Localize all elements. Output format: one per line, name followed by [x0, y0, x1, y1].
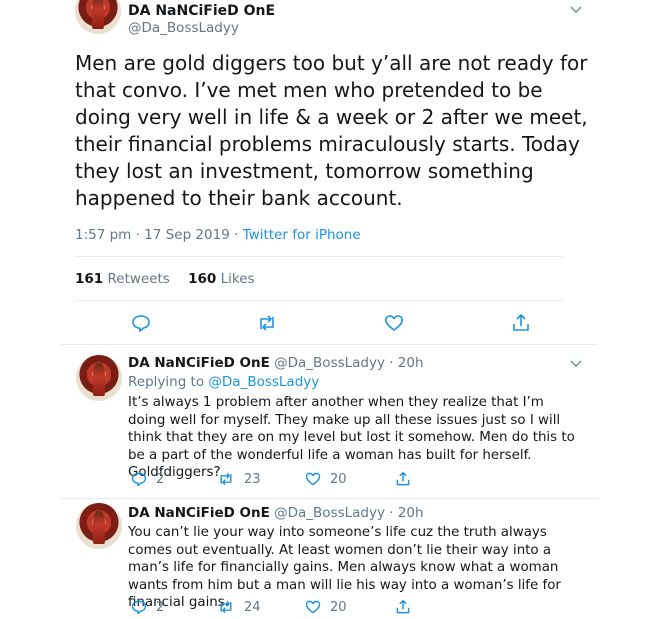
tweet-stats: 161 Retweets 160 Likes: [75, 271, 255, 287]
divider: [75, 300, 563, 301]
avatar[interactable]: [76, 503, 122, 549]
retweet-icon: [217, 471, 235, 487]
reply-text: It’s always 1 problem after another when…: [128, 395, 575, 480]
retweet-icon: [217, 599, 235, 615]
reply-icon: [131, 599, 147, 615]
like-icon[interactable]: [384, 313, 404, 333]
divider: [60, 498, 598, 499]
tweet-text: Men are gold diggers too but y’all are n…: [75, 51, 588, 210]
retweet-count: 23: [244, 471, 261, 487]
like-action[interactable]: 20: [305, 599, 347, 615]
likes-count: 160: [188, 271, 217, 287]
share-icon[interactable]: [395, 470, 411, 488]
retweet-count: 24: [244, 599, 261, 615]
share-icon[interactable]: [511, 312, 531, 334]
tweet-source[interactable]: Twitter for iPhone: [243, 227, 361, 243]
replying-to-label: Replying to: [128, 374, 205, 390]
reply-text: You can’t lie your way into someone’s li…: [128, 525, 561, 610]
reply-icon: [131, 471, 147, 487]
share-icon[interactable]: [395, 598, 411, 616]
display-name[interactable]: DA NaNCiFieD OnE: [128, 3, 275, 19]
tweet-time[interactable]: 1:57 pm: [75, 227, 131, 243]
reply-count: 2: [156, 599, 165, 615]
likes-label: Likes: [220, 271, 255, 287]
reply-meta[interactable]: @Da_BossLadyy · 20h: [274, 355, 423, 371]
like-count: 20: [330, 599, 347, 615]
retweets-count: 161: [75, 271, 104, 287]
reply-meta[interactable]: @Da_BossLadyy · 20h: [274, 505, 423, 521]
divider: [75, 256, 563, 257]
retweet-action[interactable]: 23: [217, 471, 261, 487]
reply-icon[interactable]: [131, 313, 151, 333]
avatar-figure: [93, 511, 105, 545]
avatar-figure: [93, 363, 105, 397]
retweets-label: Retweets: [107, 271, 170, 287]
like-action[interactable]: 20: [305, 471, 347, 487]
like-icon: [305, 471, 321, 487]
tweet-timestamp-line: 1:57 pm · 17 Sep 2019 · Twitter for iPho…: [75, 227, 361, 243]
handle[interactable]: @Da_BossLadyy: [128, 20, 239, 36]
chevron-down-icon[interactable]: [570, 356, 582, 372]
retweet-action[interactable]: 24: [217, 599, 261, 615]
tweet-date[interactable]: 17 Sep 2019: [144, 227, 230, 243]
reply-action[interactable]: 2: [131, 471, 164, 487]
chevron-down-icon[interactable]: [570, 2, 582, 18]
display-name[interactable]: DA NaNCiFieD OnE: [128, 505, 270, 521]
reply-action[interactable]: 2: [131, 599, 164, 615]
separator: ·: [135, 227, 140, 243]
divider: [60, 344, 598, 345]
likes-stat[interactable]: 160 Likes: [188, 271, 254, 287]
like-icon: [305, 599, 321, 615]
replying-to: Replying to @Da_BossLadyy: [128, 374, 319, 390]
reply-count: 2: [156, 471, 165, 487]
display-name[interactable]: DA NaNCiFieD OnE: [128, 355, 270, 371]
avatar[interactable]: [76, 355, 122, 401]
replying-to-handle[interactable]: @Da_BossLadyy: [208, 374, 319, 390]
separator: ·: [234, 227, 239, 243]
avatar[interactable]: [75, 0, 121, 34]
retweet-icon[interactable]: [256, 313, 278, 333]
reply-header: DA NaNCiFieD OnE @Da_BossLadyy · 20h: [128, 505, 424, 521]
reply-header: DA NaNCiFieD OnE @Da_BossLadyy · 20h: [128, 355, 424, 371]
avatar-figure: [92, 0, 104, 30]
like-count: 20: [330, 471, 347, 487]
retweets-stat[interactable]: 161 Retweets: [75, 271, 174, 287]
